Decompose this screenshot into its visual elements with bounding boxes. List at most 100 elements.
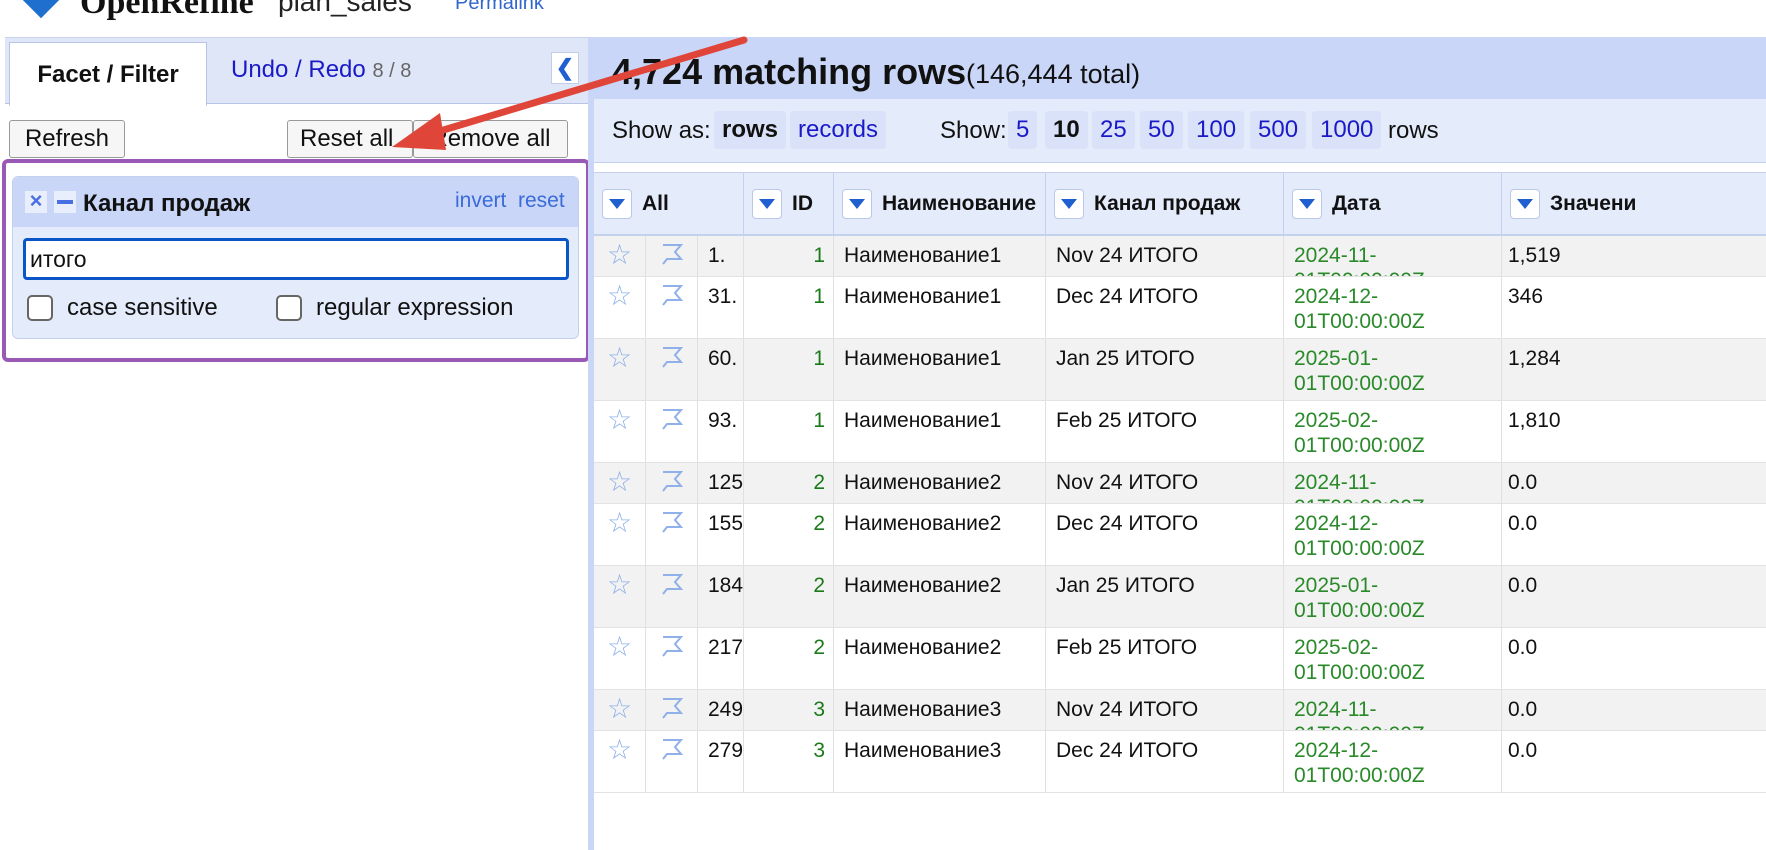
cell-date[interactable]: 2024-12- 01T00:00:00Z [1284, 731, 1502, 792]
collapse-panel-button[interactable]: ❮ [551, 52, 579, 84]
cell-value[interactable]: 1,284 [1502, 339, 1766, 400]
column-header-channel[interactable]: Канал продаж [1046, 173, 1284, 235]
cell-channel[interactable]: Nov 24 ИТОГО [1046, 236, 1284, 276]
flag-icon[interactable] [646, 628, 698, 689]
star-icon[interactable]: ☆ [594, 731, 646, 792]
cell-date[interactable]: 2024-11-01T00:00:00Z [1284, 236, 1502, 276]
facet-invert-link[interactable]: invert [455, 189, 506, 213]
cell-name[interactable]: Наименование2 [834, 504, 1046, 565]
reset-all-button[interactable]: Reset all [287, 120, 413, 158]
project-name[interactable]: plan_sales [278, 0, 412, 16]
cell-name[interactable]: Наименование1 [834, 339, 1046, 400]
cell-id[interactable]: 3 [744, 731, 834, 792]
dropdown-icon[interactable] [1054, 189, 1084, 219]
flag-icon[interactable] [646, 566, 698, 627]
star-icon[interactable]: ☆ [594, 236, 646, 276]
cell-date[interactable]: 2025-02- 01T00:00:00Z [1284, 628, 1502, 689]
page-size-50[interactable]: 50 [1140, 111, 1183, 149]
flag-icon[interactable] [646, 504, 698, 565]
cell-id[interactable]: 1 [744, 236, 834, 276]
refresh-button[interactable]: Refresh [9, 120, 125, 158]
cell-name[interactable]: Наименование1 [834, 277, 1046, 338]
cell-date[interactable]: 2024-12- 01T00:00:00Z [1284, 277, 1502, 338]
cell-id[interactable]: 2 [744, 566, 834, 627]
page-size-500[interactable]: 500 [1250, 111, 1307, 149]
column-header-name[interactable]: Наименование [834, 173, 1046, 235]
cell-name[interactable]: Наименование1 [834, 236, 1046, 276]
openrefine-logo-icon[interactable] [19, 0, 63, 19]
cell-date[interactable]: 2025-01- 01T00:00:00Z [1284, 566, 1502, 627]
cell-id[interactable]: 1 [744, 277, 834, 338]
page-size-5[interactable]: 5 [1008, 111, 1038, 149]
cell-channel[interactable]: Nov 24 ИТОГО [1046, 690, 1284, 730]
flag-icon[interactable] [646, 463, 698, 503]
cell-name[interactable]: Наименование1 [834, 401, 1046, 462]
cell-date[interactable]: 2024-11-01T00:00:00Z [1284, 690, 1502, 730]
flag-icon[interactable] [646, 277, 698, 338]
tab-facet-filter[interactable]: Facet / Filter [9, 42, 207, 106]
cell-value[interactable]: 0.0 [1502, 690, 1766, 730]
page-size-25[interactable]: 25 [1092, 111, 1135, 149]
cell-name[interactable]: Наименование2 [834, 628, 1046, 689]
cell-channel[interactable]: Feb 25 ИТОГО [1046, 628, 1284, 689]
dropdown-icon[interactable] [842, 189, 872, 219]
star-icon[interactable]: ☆ [594, 463, 646, 503]
star-icon[interactable]: ☆ [594, 628, 646, 689]
dropdown-icon[interactable] [752, 189, 782, 219]
cell-date[interactable]: 2025-02- 01T00:00:00Z [1284, 401, 1502, 462]
cell-id[interactable]: 2 [744, 504, 834, 565]
cell-id[interactable]: 1 [744, 339, 834, 400]
dropdown-icon[interactable] [1292, 189, 1322, 219]
star-icon[interactable]: ☆ [594, 339, 646, 400]
flag-icon[interactable] [646, 236, 698, 276]
star-icon[interactable]: ☆ [594, 401, 646, 462]
cell-id[interactable]: 3 [744, 690, 834, 730]
close-icon[interactable]: × [25, 190, 47, 213]
cell-channel[interactable]: Feb 25 ИТОГО [1046, 401, 1284, 462]
cell-value[interactable]: 0.0 [1502, 628, 1766, 689]
star-icon[interactable]: ☆ [594, 566, 646, 627]
page-size-100[interactable]: 100 [1188, 111, 1245, 149]
cell-id[interactable]: 1 [744, 401, 834, 462]
facet-search-input[interactable] [23, 238, 569, 280]
app-title[interactable]: OpenRefine [80, 0, 254, 20]
cell-channel[interactable]: Jan 25 ИТОГО [1046, 339, 1284, 400]
cell-date[interactable]: 2024-11-01T00:00:00Z [1284, 463, 1502, 503]
cell-channel[interactable]: Nov 24 ИТОГО [1046, 463, 1284, 503]
cell-channel[interactable]: Dec 24 ИТОГО [1046, 731, 1284, 792]
cell-date[interactable]: 2025-01- 01T00:00:00Z [1284, 339, 1502, 400]
star-icon[interactable]: ☆ [594, 504, 646, 565]
cell-value[interactable]: 0.0 [1502, 731, 1766, 792]
facet-reset-link[interactable]: reset [518, 189, 565, 213]
cell-value[interactable]: 0.0 [1502, 566, 1766, 627]
page-size-10[interactable]: 10 [1045, 111, 1088, 149]
flag-icon[interactable] [646, 690, 698, 730]
case-sensitive-option[interactable]: case sensitive [27, 294, 218, 322]
cell-value[interactable]: 1,519 [1502, 236, 1766, 276]
cell-channel[interactable]: Dec 24 ИТОГО [1046, 504, 1284, 565]
flag-icon[interactable] [646, 731, 698, 792]
cell-name[interactable]: Наименование2 [834, 566, 1046, 627]
cell-name[interactable]: Наименование3 [834, 690, 1046, 730]
star-icon[interactable]: ☆ [594, 690, 646, 730]
permalink-link[interactable]: Permalink [455, 0, 544, 15]
cell-value[interactable]: 0.0 [1502, 504, 1766, 565]
cell-value[interactable]: 346 [1502, 277, 1766, 338]
dropdown-icon[interactable] [602, 189, 632, 219]
show-as-rows[interactable]: rows [714, 111, 787, 149]
regex-option[interactable]: regular expression [276, 294, 513, 322]
column-header-date[interactable]: Дата [1284, 173, 1502, 235]
column-header-value[interactable]: Значени [1502, 173, 1766, 235]
flag-icon[interactable] [646, 339, 698, 400]
remove-all-button[interactable]: Remove all [413, 120, 568, 158]
case-sensitive-checkbox[interactable] [27, 295, 53, 321]
column-header-id[interactable]: ID [744, 173, 834, 235]
dropdown-icon[interactable] [1510, 189, 1540, 219]
show-as-records[interactable]: records [790, 111, 887, 149]
regex-checkbox[interactable] [276, 295, 302, 321]
cell-date[interactable]: 2024-12- 01T00:00:00Z [1284, 504, 1502, 565]
tab-undo-redo[interactable]: Undo / Redo 8 / 8 [231, 56, 411, 84]
cell-value[interactable]: 0.0 [1502, 463, 1766, 503]
cell-name[interactable]: Наименование2 [834, 463, 1046, 503]
cell-channel[interactable]: Dec 24 ИТОГО [1046, 277, 1284, 338]
